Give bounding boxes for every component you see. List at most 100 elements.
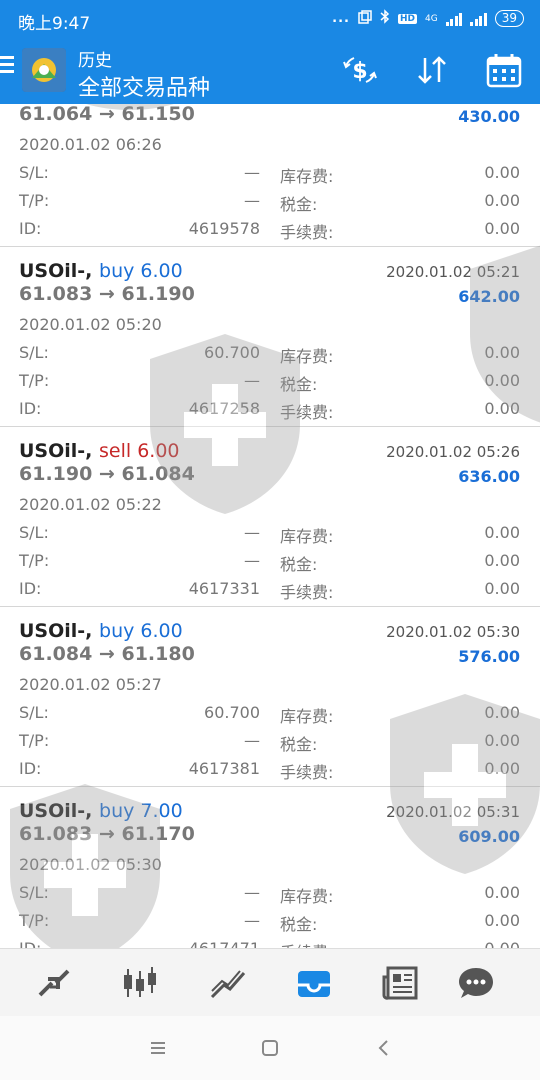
network-type: 4G <box>425 13 438 24</box>
tp-row: T/P: — 税金: 0.00 <box>0 371 540 399</box>
trade-card[interactable]: USOil-, sell 6.00 61.190 → 61.084 2020.0… <box>0 427 540 607</box>
trade-close-time: 2020.01.02 05:31 <box>386 803 520 821</box>
sl-row: S/L: 60.700 库存费: 0.00 <box>0 343 540 371</box>
commission-value: 0.00 <box>484 759 520 778</box>
commission-value: 0.00 <box>484 399 520 418</box>
trade-open-time: 2020.01.02 05:20 <box>19 315 162 334</box>
trade-profit: 430.00 <box>458 107 520 126</box>
sl-label: S/L: <box>19 523 49 542</box>
trade-close-time: 2020.01.02 05:26 <box>386 443 520 461</box>
tp-label: T/P: <box>19 191 50 210</box>
sl-row: S/L: — 库存费: 0.00 <box>0 163 540 191</box>
chart-candles-icon[interactable] <box>120 963 160 1003</box>
id-row: ID: 4617331 手续费: 0.00 <box>0 579 540 607</box>
signal-icon-1 <box>445 12 463 26</box>
bottom-navigation <box>0 948 540 1016</box>
menu-icon[interactable] <box>0 56 16 76</box>
sl-label: S/L: <box>19 703 49 722</box>
battery-icon: 39 <box>494 10 524 27</box>
trade-prices: 61.083 → 61.170 <box>19 823 195 845</box>
back-icon[interactable] <box>372 1036 396 1060</box>
symbol-name: USOil-, <box>19 620 100 642</box>
trade-open-time: 2020.01.02 05:22 <box>19 495 162 514</box>
sl-label: S/L: <box>19 883 49 902</box>
recent-apps-icon[interactable] <box>146 1036 170 1060</box>
news-icon[interactable] <box>380 963 420 1003</box>
commission-label: 手续费: <box>280 403 334 422</box>
trade-prices: 61.190 → 61.084 <box>19 463 195 485</box>
sl-value: — <box>244 523 260 542</box>
trade-symbol: USOil-, buy 7.00 <box>19 800 183 822</box>
commission-value: 0.00 <box>484 219 520 238</box>
swap-value: 0.00 <box>484 703 520 722</box>
trade-card[interactable]: 61.064 → 61.150 430.00 2020.01.02 06:26 … <box>0 104 540 247</box>
home-icon[interactable] <box>258 1036 282 1060</box>
more-dots-icon: ... <box>332 11 350 26</box>
sl-label: S/L: <box>19 163 49 182</box>
trade-close-time: 2020.01.02 05:30 <box>386 623 520 641</box>
tax-label: 税金: <box>280 915 318 934</box>
trade-profit: 576.00 <box>458 647 520 666</box>
top-bar: 晚上9:47 ... HD 4G 39 历史 全部交易品种 $ <box>0 0 540 104</box>
sl-value: 60.700 <box>204 343 260 362</box>
tp-value: — <box>244 191 260 210</box>
symbol-name: USOil-, <box>19 800 100 822</box>
tp-row: T/P: — 税金: 0.00 <box>0 551 540 579</box>
swap-value: 0.00 <box>484 523 520 542</box>
tp-row: T/P: — 税金: 0.00 <box>0 731 540 759</box>
header-title[interactable]: 全部交易品种 <box>78 70 210 102</box>
tax-label: 税金: <box>280 555 318 574</box>
calendar-icon[interactable] <box>484 52 524 88</box>
tax-label: 税金: <box>280 375 318 394</box>
tp-row: T/P: — 税金: 0.00 <box>0 191 540 219</box>
symbol-name: USOil-, <box>19 260 100 282</box>
tax-label: 税金: <box>280 735 318 754</box>
status-icons: ... HD 4G 39 <box>332 9 524 28</box>
sort-icon[interactable] <box>412 52 452 88</box>
id-row: ID: 4617381 手续费: 0.00 <box>0 759 540 787</box>
history-inbox-icon[interactable] <box>294 963 334 1003</box>
swap-value: 0.00 <box>484 883 520 902</box>
app-header: 历史 全部交易品种 $ <box>0 36 540 104</box>
trade-card[interactable]: USOil-, buy 6.00 61.083 → 61.190 2020.01… <box>0 247 540 427</box>
sl-value: — <box>244 883 260 902</box>
trade-open-time: 2020.01.02 05:30 <box>19 855 162 874</box>
currency-exchange-icon[interactable]: $ <box>340 52 380 88</box>
tax-value: 0.00 <box>484 551 520 570</box>
tax-value: 0.00 <box>484 731 520 750</box>
trade-side: sell 6.00 <box>99 440 180 462</box>
swap-label: 库存费: <box>280 887 334 906</box>
symbol-name: USOil-, <box>19 440 100 462</box>
trade-prices: 61.083 → 61.190 <box>19 283 195 305</box>
header-subtitle: 历史 <box>78 51 112 71</box>
id-label: ID: <box>19 939 41 948</box>
sl-value: 60.700 <box>204 703 260 722</box>
trade-symbol: USOil-, buy 6.00 <box>19 620 183 642</box>
tp-value: — <box>244 371 260 390</box>
tp-row: T/P: — 税金: 0.00 <box>0 911 540 939</box>
commission-value: 0.00 <box>484 939 520 948</box>
tax-value: 0.00 <box>484 911 520 930</box>
chat-icon[interactable] <box>456 963 496 1003</box>
id-value: 4619578 <box>188 219 260 238</box>
tp-label: T/P: <box>19 551 50 570</box>
tp-label: T/P: <box>19 731 50 750</box>
trade-card[interactable]: USOil-, buy 6.00 61.084 → 61.180 2020.01… <box>0 607 540 787</box>
tp-label: T/P: <box>19 371 50 390</box>
trade-history-list[interactable]: 61.064 → 61.150 430.00 2020.01.02 06:26 … <box>0 104 540 948</box>
app-logo-icon[interactable] <box>22 48 66 92</box>
id-label: ID: <box>19 219 42 238</box>
nfc-icon <box>358 9 372 28</box>
trade-close-time: 2020.01.02 05:21 <box>386 263 520 281</box>
sl-label: S/L: <box>19 343 49 362</box>
id-value: 4617471 <box>189 939 260 948</box>
quotes-icon[interactable] <box>34 963 74 1003</box>
trade-symbol: USOil-, buy 6.00 <box>19 260 183 282</box>
status-time: 晚上9:47 <box>18 14 91 34</box>
sl-value: — <box>244 163 260 182</box>
sl-row: S/L: — 库存费: 0.00 <box>0 883 540 911</box>
tax-value: 0.00 <box>484 371 520 390</box>
swap-label: 库存费: <box>280 347 334 366</box>
trade-card[interactable]: USOil-, buy 7.00 61.083 → 61.170 2020.01… <box>0 787 540 948</box>
trade-icon[interactable] <box>208 963 248 1003</box>
